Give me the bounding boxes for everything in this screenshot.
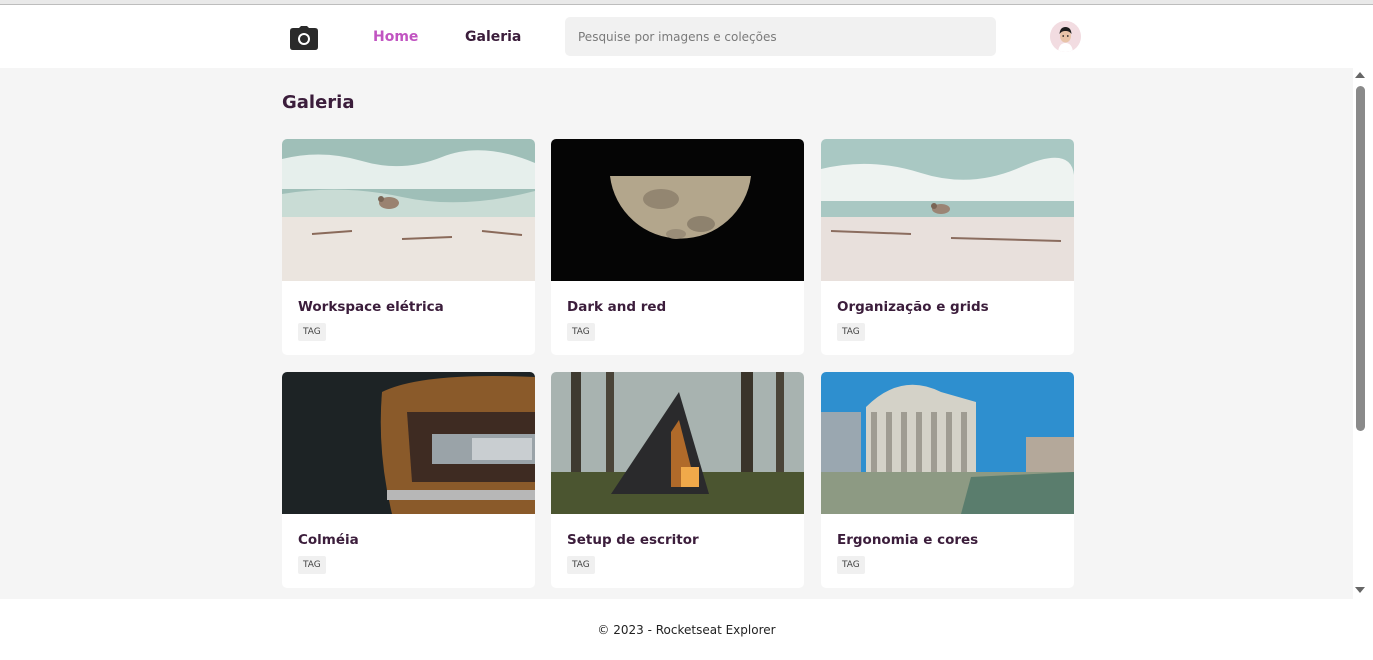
gallery-section: Galeria Workspace elétrica TAG Dark and …: [0, 68, 1353, 599]
gallery-card[interactable]: Dark and red TAG: [551, 139, 804, 355]
scroll-up-arrow-icon[interactable]: [1355, 72, 1365, 78]
page-footer: © 2023 - Rocketseat Explorer: [0, 599, 1373, 660]
scrollbar-thumb[interactable]: [1356, 86, 1365, 431]
card-title: Setup de escritor: [567, 532, 699, 548]
footer-copyright: © 2023 - Rocketseat Explorer: [597, 623, 776, 637]
gallery-card[interactable]: Ergonomia e cores TAG: [821, 372, 1074, 588]
nav-link-home[interactable]: Home: [373, 29, 418, 45]
card-tag: TAG: [567, 556, 595, 574]
scroll-down-arrow-icon[interactable]: [1355, 587, 1365, 593]
page-title: Galeria: [282, 92, 355, 113]
gallery-card[interactable]: Workspace elétrica TAG: [282, 139, 535, 355]
card-tag: TAG: [837, 323, 865, 341]
user-avatar[interactable]: [1050, 21, 1081, 52]
card-tag: TAG: [567, 323, 595, 341]
card-title: Ergonomia e cores: [837, 532, 979, 548]
card-title: Organização e grids: [837, 299, 989, 315]
avatar-icon: [1050, 21, 1081, 52]
half-moon-image: [551, 139, 804, 281]
card-title: Colméia: [298, 532, 359, 548]
card-tag: TAG: [298, 556, 326, 574]
vintage-car-image: [282, 372, 535, 514]
card-tag: TAG: [298, 323, 326, 341]
gallery-card[interactable]: Organização e grids TAG: [821, 139, 1074, 355]
beach-bird-image: [282, 139, 535, 281]
forest-cabin-image: [551, 372, 804, 514]
classical-building-image: [821, 372, 1074, 514]
gallery-card[interactable]: Colméia TAG: [282, 372, 535, 588]
card-title: Workspace elétrica: [298, 299, 444, 315]
beach-bird-image: [821, 139, 1074, 281]
camera-icon[interactable]: [290, 26, 318, 50]
top-navbar: Home Galeria: [0, 5, 1353, 68]
card-tag: TAG: [837, 556, 865, 574]
card-title: Dark and red: [567, 299, 667, 315]
nav-link-gallery[interactable]: Galeria: [465, 29, 521, 45]
search-input[interactable]: [565, 17, 996, 56]
gallery-card[interactable]: Setup de escritor TAG: [551, 372, 804, 588]
